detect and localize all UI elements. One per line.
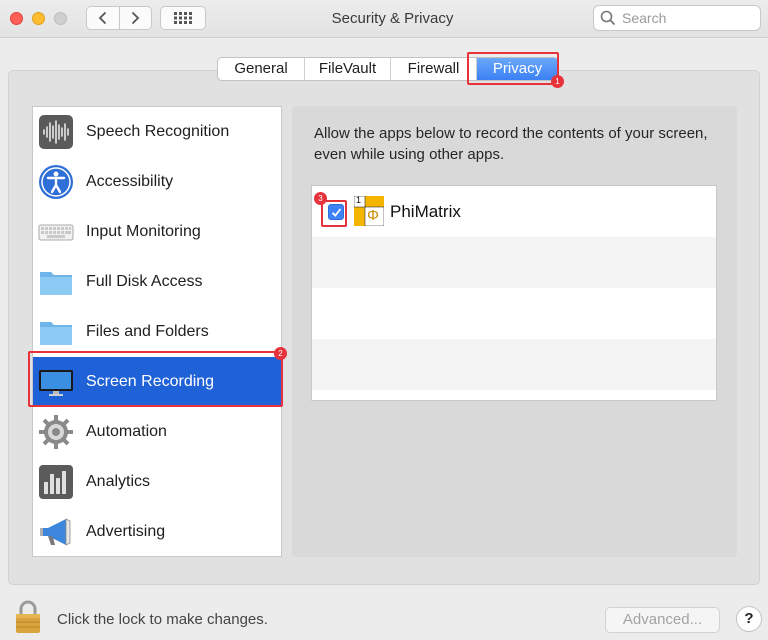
- gear-icon: [39, 415, 73, 449]
- help-button[interactable]: ?: [736, 606, 762, 632]
- checkmark-icon: [331, 207, 341, 217]
- zoom-window-button[interactable]: [54, 12, 67, 25]
- accessibility-icon: [39, 165, 73, 199]
- app-row-phimatrix[interactable]: 1 Φ PhiMatrix: [312, 186, 716, 237]
- phimatrix-app-icon: 1 Φ: [353, 195, 385, 227]
- sidebar-item-files-and-folders[interactable]: Files and Folders: [33, 307, 281, 357]
- show-all-button[interactable]: [160, 6, 206, 30]
- chevron-left-icon: [98, 11, 106, 25]
- advanced-button[interactable]: Advanced...: [605, 607, 720, 633]
- empty-row: [312, 237, 716, 288]
- sidebar-item-label: Files and Folders: [86, 323, 209, 340]
- phimatrix-icon-symbol: Φ: [367, 207, 379, 224]
- sidebar-item-accessibility[interactable]: Accessibility: [33, 157, 281, 207]
- empty-row: [312, 288, 716, 339]
- sidebar-item-advertising[interactable]: Advertising: [33, 507, 281, 556]
- title-bar: Security & Privacy: [0, 0, 768, 38]
- phimatrix-checkbox[interactable]: [328, 204, 344, 220]
- sidebar-item-label: Analytics: [86, 473, 151, 490]
- sidebar-item-label: Advertising: [86, 523, 166, 540]
- sidebar-item-label: Screen Recording: [86, 373, 215, 390]
- back-button[interactable]: [87, 7, 119, 29]
- sidebar-item-speech-recognition[interactable]: Speech Recognition: [33, 107, 281, 157]
- window-title: Security & Privacy: [331, 10, 454, 27]
- sidebar-item-screen-recording[interactable]: Screen Recording: [33, 357, 281, 407]
- sidebar-item-label: Input Monitoring: [86, 223, 201, 240]
- step-badge-2: 2: [274, 347, 287, 360]
- sidebar-item-label: Speech Recognition: [86, 123, 230, 140]
- step-badge-3: 3: [314, 192, 327, 205]
- tab-bar: General FileVault Firewall Privacy: [217, 57, 559, 81]
- empty-row: [312, 339, 716, 390]
- waveform-icon: [39, 115, 73, 149]
- sidebar-item-full-disk-access[interactable]: Full Disk Access: [33, 257, 281, 307]
- folder-icon: [40, 322, 72, 345]
- close-window-button[interactable]: [10, 12, 23, 25]
- megaphone-icon: [40, 518, 71, 546]
- lock-instructions: Click the lock to make changes.: [57, 611, 268, 628]
- tab-privacy[interactable]: Privacy: [476, 58, 558, 80]
- minimize-window-button[interactable]: [32, 12, 45, 25]
- sidebar-item-label: Full Disk Access: [86, 273, 203, 290]
- permission-description: Allow the apps below to record the conte…: [314, 125, 708, 163]
- sidebar-item-input-monitoring[interactable]: Input Monitoring: [33, 207, 281, 257]
- tab-firewall[interactable]: Firewall: [390, 58, 476, 80]
- grid-icon: [174, 12, 192, 24]
- sidebar-item-label: Automation: [86, 423, 167, 440]
- lock-icon[interactable]: [14, 600, 42, 634]
- search-box[interactable]: [593, 5, 761, 31]
- search-icon: [600, 10, 616, 26]
- navigation-buttons: [86, 6, 152, 30]
- privacy-category-list: Speech Recognition Accessibility Input M…: [32, 106, 282, 557]
- search-input[interactable]: [622, 10, 752, 26]
- chevron-right-icon: [132, 11, 140, 25]
- tab-filevault[interactable]: FileVault: [304, 58, 390, 80]
- monitor-icon: [39, 370, 73, 396]
- step-badge-1: 1: [551, 75, 564, 88]
- bar-chart-icon: [39, 465, 73, 499]
- app-list: 1 Φ PhiMatrix: [311, 185, 717, 401]
- folder-icon: [40, 272, 72, 295]
- forward-button[interactable]: [118, 7, 152, 29]
- tab-general[interactable]: General: [218, 58, 304, 80]
- sidebar-item-analytics[interactable]: Analytics: [33, 457, 281, 507]
- app-name: PhiMatrix: [390, 202, 461, 221]
- phimatrix-icon-number: 1: [356, 195, 362, 205]
- sidebar-item-label: Accessibility: [86, 173, 174, 190]
- keyboard-icon: [38, 224, 74, 241]
- sidebar-item-automation[interactable]: Automation: [33, 407, 281, 457]
